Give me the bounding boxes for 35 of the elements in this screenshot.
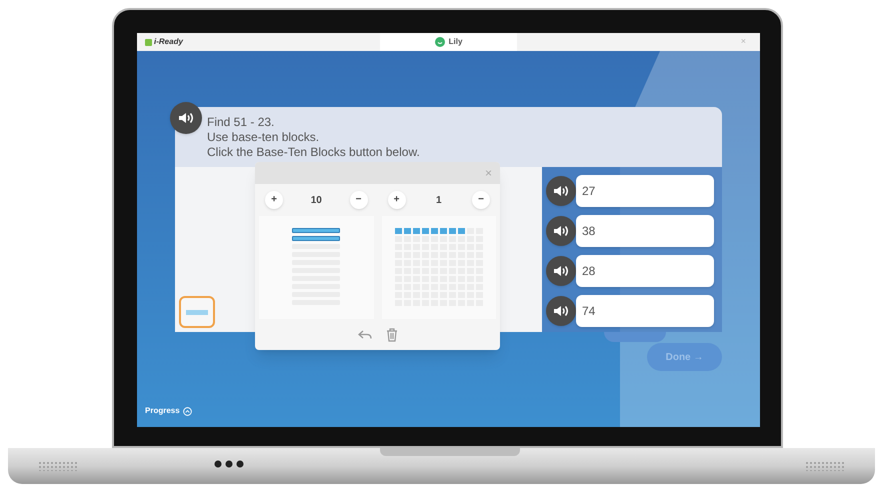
speaker-icon xyxy=(553,185,569,197)
speaker-icon xyxy=(553,305,569,317)
progress-link[interactable]: Progress xyxy=(145,405,180,417)
dots-icon xyxy=(214,460,244,468)
chevron-circle-icon[interactable] xyxy=(182,406,192,416)
remove-button[interactable]: − xyxy=(472,191,490,209)
question-text: Find 51 - 23. xyxy=(207,115,274,130)
user-name: Lily xyxy=(448,36,462,48)
question-text: Use base-ten blocks. xyxy=(207,130,320,145)
speaker-button[interactable] xyxy=(170,102,202,134)
smiley-icon xyxy=(434,37,445,47)
add-button[interactable]: + xyxy=(265,191,283,209)
speaker-icon xyxy=(553,265,569,277)
speaker-grille xyxy=(805,461,845,471)
add-button[interactable]: + xyxy=(388,191,406,209)
speaker-button[interactable] xyxy=(546,296,576,326)
answer-option[interactable]: 28 xyxy=(576,255,714,287)
speaker-icon xyxy=(178,112,194,124)
answer-option[interactable]: 27 xyxy=(576,175,714,207)
answer-option[interactable]: 74 xyxy=(576,295,714,327)
speaker-button[interactable] xyxy=(546,216,576,246)
answer-option[interactable]: 38 xyxy=(576,215,714,247)
undo-icon[interactable] xyxy=(358,330,372,340)
question-text: Click the Base-Ten Blocks button below. xyxy=(207,145,420,160)
speaker-button[interactable] xyxy=(546,176,576,206)
block-count: 10 xyxy=(310,194,322,208)
block-count: 1 xyxy=(436,194,442,208)
trash-icon[interactable] xyxy=(386,328,398,342)
logo: i-Ready xyxy=(145,36,183,48)
remove-button[interactable]: − xyxy=(350,191,368,209)
speaker-button[interactable] xyxy=(546,256,576,286)
speaker-grille xyxy=(38,461,78,471)
speaker-icon xyxy=(553,225,569,237)
user-tab[interactable]: Lily xyxy=(380,33,517,51)
cubes-icon xyxy=(186,310,208,314)
